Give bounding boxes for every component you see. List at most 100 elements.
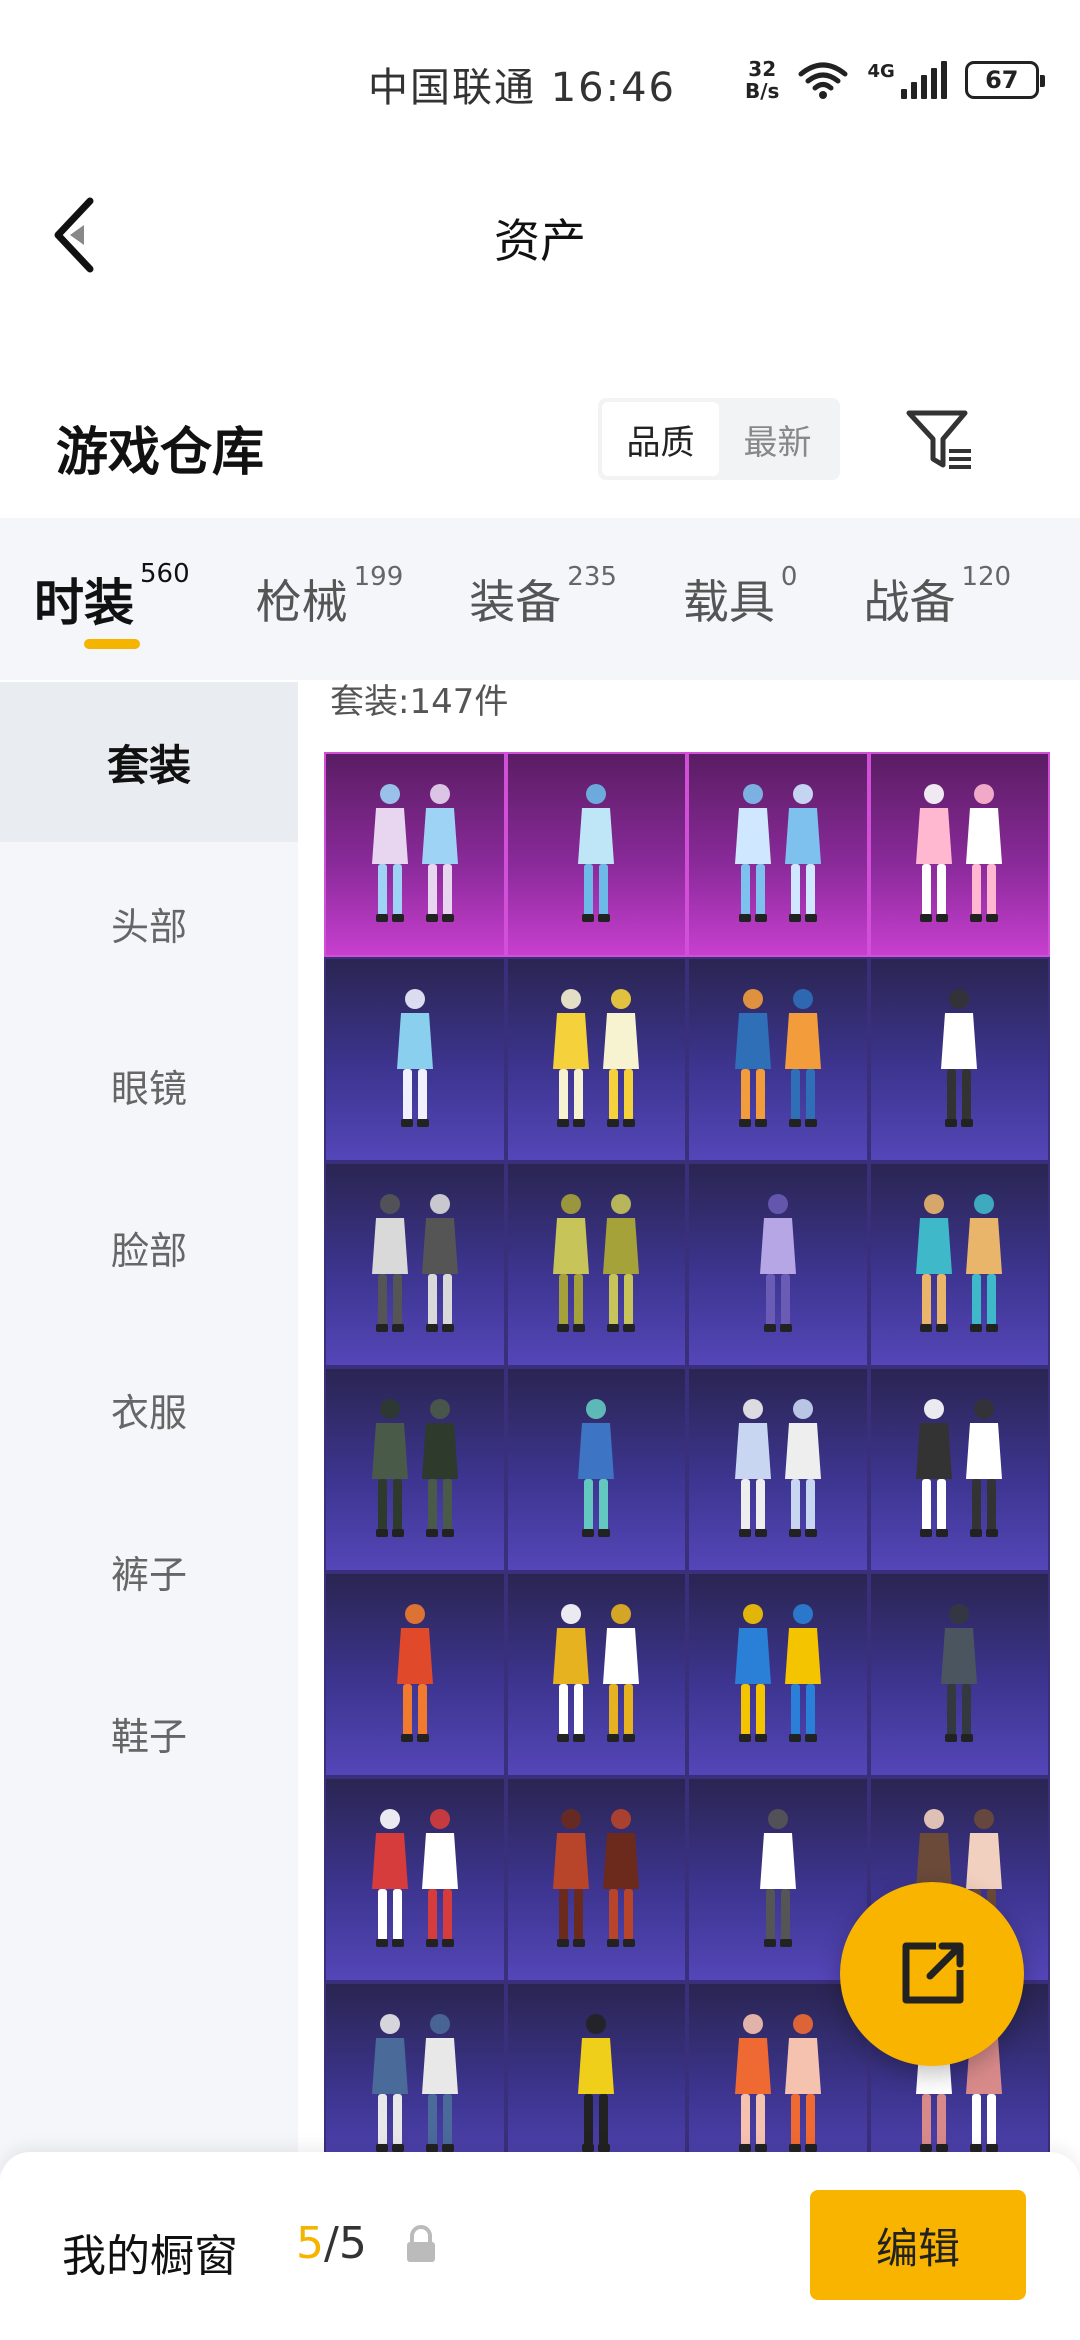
sort-option-newest[interactable]: 最新 (719, 402, 836, 476)
outfit-figure (578, 2014, 615, 2152)
outfit-figure (916, 784, 1003, 922)
status-bar: 中国联通 16:46 32 B/s 4G 67 (0, 0, 1080, 150)
sort-option-quality[interactable]: 品质 (602, 402, 719, 476)
share-button[interactable] (840, 1882, 1024, 2066)
outfit-item[interactable] (687, 1982, 869, 2172)
lock-icon (407, 2225, 435, 2262)
status-icons: 32 B/s 4G 67 (745, 50, 1045, 110)
outfit-item[interactable] (505, 957, 687, 1162)
outfit-figure (553, 989, 640, 1127)
outfit-item[interactable] (324, 752, 506, 957)
outfit-figure (371, 1194, 458, 1332)
outfit-item[interactable] (505, 1777, 687, 1982)
showcase-count: 5/5 (296, 2218, 367, 2269)
outfit-item[interactable] (324, 1777, 506, 1982)
outfit-item[interactable] (324, 1982, 506, 2172)
sort-toggle: 品质 最新 (598, 398, 840, 480)
outfit-figure (553, 1194, 640, 1332)
tab-label: 枪械 (255, 575, 348, 629)
outfit-item[interactable] (324, 1367, 506, 1572)
outfit-item[interactable] (505, 1367, 687, 1572)
external-link-icon (902, 1942, 964, 2004)
outfit-item[interactable] (687, 1777, 869, 1982)
set-count-label: 套装:147件 (330, 682, 509, 722)
tab-guns[interactable]: 枪械 199 (255, 562, 404, 632)
section-header: 游戏仓库 品质 最新 (0, 370, 1080, 510)
outfit-figure (734, 1604, 821, 1742)
showcase-total: /5 (324, 2218, 367, 2269)
tab-count: 0 (780, 562, 798, 592)
outfit-figure (396, 989, 433, 1127)
section-title: 游戏仓库 (56, 423, 265, 483)
outfit-item[interactable] (868, 1572, 1050, 1777)
outfit-item[interactable] (505, 1572, 687, 1777)
outfit-item[interactable] (687, 1162, 869, 1367)
outfit-item[interactable] (868, 1162, 1050, 1367)
outfit-figure (553, 1809, 640, 1947)
battery-icon: 67 (964, 61, 1045, 99)
tab-count: 235 (567, 562, 617, 592)
signal-icon: 4G (867, 61, 947, 99)
outfit-figure (553, 1604, 640, 1742)
sidebar-item-shoes[interactable]: 鞋子 (0, 1652, 298, 1814)
outfit-figure (941, 1604, 978, 1742)
active-tab-indicator (84, 639, 140, 649)
outfit-figure (916, 1194, 1003, 1332)
sidebar-item-clothes[interactable]: 衣服 (0, 1328, 298, 1490)
tab-count: 560 (140, 559, 190, 589)
outfit-figure (734, 1399, 821, 1537)
network-type: 4G (867, 61, 895, 82)
edit-button[interactable]: 编辑 (810, 2190, 1026, 2300)
app-header: 资产 (0, 150, 1080, 320)
outfit-figure (734, 2014, 821, 2152)
net-speed-unit: B/s (745, 79, 780, 103)
outfit-figure (734, 989, 821, 1127)
tab-vehicles[interactable]: 载具 0 (682, 562, 798, 632)
outfit-item[interactable] (505, 1982, 687, 2172)
sidebar-item-glasses[interactable]: 眼镜 (0, 1004, 298, 1166)
wifi-icon (798, 62, 848, 99)
sidebar-item-head[interactable]: 头部 (0, 842, 298, 1004)
outfit-item[interactable] (687, 1367, 869, 1572)
outfit-figure (371, 784, 458, 922)
tab-supplies[interactable]: 战备 120 (863, 562, 1011, 632)
outfit-figure (578, 784, 615, 922)
outfit-item[interactable] (324, 957, 506, 1162)
net-speed-value: 32 (748, 57, 777, 81)
outfit-item[interactable] (868, 1367, 1050, 1572)
outfit-item[interactable] (868, 957, 1050, 1162)
outfit-figure (371, 1399, 458, 1537)
outfit-item[interactable] (324, 1162, 506, 1367)
outfit-figure (578, 1399, 615, 1537)
outfit-item[interactable] (687, 957, 869, 1162)
outfit-item[interactable] (324, 1572, 506, 1777)
battery-level: 67 (985, 66, 1019, 94)
outfit-figure (371, 1809, 458, 1947)
tab-equipment[interactable]: 装备 235 (469, 562, 617, 632)
sidebar-item-pants[interactable]: 裤子 (0, 1490, 298, 1652)
tab-fashion[interactable]: 时装 560 (34, 559, 190, 649)
tab-label: 时装 (34, 574, 134, 632)
sidebar-item-sets[interactable]: 套装 (0, 682, 298, 842)
tab-label: 载具 (682, 575, 775, 629)
outfit-item[interactable] (505, 1162, 687, 1367)
tab-label: 战备 (863, 575, 956, 629)
outfit-item[interactable] (687, 752, 869, 957)
sidebar-item-face[interactable]: 脸部 (0, 1166, 298, 1328)
outfit-figure (916, 1399, 1003, 1537)
page-title: 资产 (494, 214, 586, 268)
outfit-item[interactable] (687, 1572, 869, 1777)
filter-button[interactable] (900, 400, 980, 480)
showcase-current: 5 (296, 2218, 324, 2269)
outfit-figure (371, 2014, 458, 2152)
tab-count: 199 (353, 562, 404, 592)
showcase-label: 我的橱窗 (62, 2231, 238, 2282)
carrier-time: 中国联通 16:46 (368, 65, 676, 111)
outfit-item[interactable] (868, 752, 1050, 957)
subcategory-sidebar: 套装 头部 眼镜 脸部 衣服 裤子 鞋子 (0, 682, 298, 2172)
net-speed: 32 B/s (745, 58, 779, 102)
outfit-item[interactable] (505, 752, 687, 957)
tab-count: 120 (961, 562, 1012, 592)
outfit-figure (396, 1604, 433, 1742)
outfit-figure (734, 784, 821, 922)
